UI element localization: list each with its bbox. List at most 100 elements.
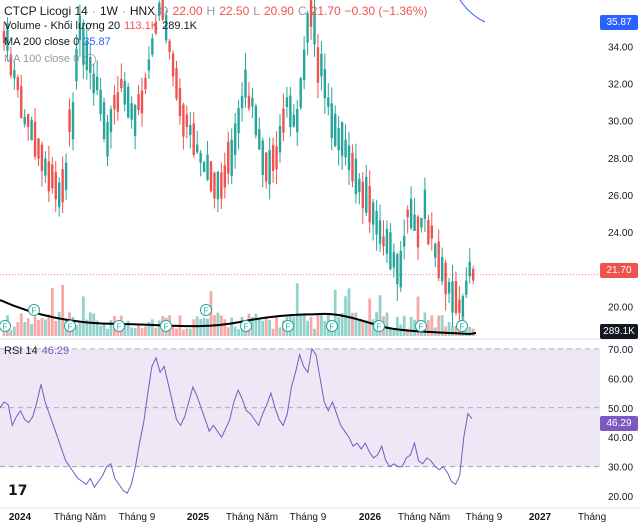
volume-ma-value: 113.1K [124, 20, 159, 32]
volume-pane: F F F F F F F F F F F F [0, 283, 477, 336]
candle-body [130, 103, 133, 120]
price-tick-label: 28.00 [608, 154, 633, 165]
volume-bar [223, 319, 227, 336]
price-tick-label: 20.00 [608, 302, 633, 313]
candle-body [371, 202, 375, 225]
dividend-marker-label: F [286, 323, 291, 332]
candle-body [189, 125, 192, 135]
dividend-marker-label: F [117, 323, 122, 332]
symbol-legend[interactable]: CTCP Licogi 14 · 1W · HNX O 22.00 H 22.50 … [4, 4, 427, 18]
candle-body [244, 69, 247, 98]
volume-bar [88, 312, 92, 336]
volume-value: 289.1K [162, 20, 198, 32]
time-axis-label: 2027 [529, 512, 552, 523]
ma200-price-badge: 35.87 [600, 15, 638, 30]
volume-bar [313, 328, 316, 336]
rsi-tick-label: 70.00 [608, 345, 633, 356]
volume-bar [409, 316, 413, 336]
candle-body [323, 68, 327, 99]
volume-bar [444, 326, 447, 336]
candle-body [175, 68, 178, 99]
candle-body [454, 281, 458, 313]
dividend-marker-label: F [377, 323, 382, 332]
volume-bar [392, 329, 396, 336]
ma200-label: MA 200 close 0 [4, 36, 80, 48]
ma200-legend[interactable]: MA 200 close 0 35.87 [4, 36, 111, 48]
candle-body [227, 141, 230, 174]
volume-bar [361, 320, 365, 336]
price-tick-label: 32.00 [608, 80, 633, 91]
candle-body [365, 177, 368, 213]
candle-body [13, 70, 16, 79]
price-tick-label: 26.00 [608, 191, 633, 202]
volume-bar [40, 318, 44, 336]
volume-bar [154, 327, 158, 336]
candle-body [192, 123, 195, 155]
ma100-legend[interactable]: MA 100 close 0 ◯ [4, 52, 97, 66]
price-pane [0, 0, 600, 331]
dividend-marker-label: F [32, 307, 37, 316]
candle-body [71, 102, 75, 140]
volume-bar [206, 318, 209, 336]
candle-body [209, 161, 213, 192]
time-axis-label: Tháng 9 [466, 512, 503, 523]
candle-body [20, 86, 23, 119]
volume-bar [278, 327, 282, 336]
candle-body [289, 95, 292, 128]
candle-body [113, 94, 116, 110]
volume-bar [44, 319, 47, 336]
volume-bar [185, 328, 189, 336]
candle-body [416, 216, 420, 248]
candle-body [451, 281, 454, 313]
candle-body [37, 138, 40, 159]
rsi-value: 46.29 [41, 345, 70, 357]
volume-bar [54, 320, 58, 336]
eye-icon[interactable]: ◯ [83, 52, 96, 66]
candle-body [185, 114, 189, 127]
volume-legend[interactable]: Volume - Khối lượng 20 113.1K 289.1K [4, 20, 197, 32]
rsi-tick-label: 40.00 [608, 433, 633, 444]
volume-bar [16, 322, 20, 336]
volume-bar [306, 320, 309, 336]
volume-bar [130, 327, 134, 336]
time-axis-label: Tháng 9 [290, 512, 327, 523]
candle-body [458, 299, 461, 313]
candle-body [199, 152, 202, 163]
candle-body [320, 53, 323, 77]
volume-bar [182, 329, 185, 336]
time-axis-label: 2026 [359, 512, 382, 523]
candle-body [68, 109, 71, 132]
ma200-value: 35.87 [83, 36, 111, 48]
candle-body [54, 172, 57, 200]
tradingview-logo[interactable]: 17 [8, 483, 27, 499]
candle-body [51, 164, 54, 189]
candle-body [472, 269, 475, 281]
time-axis-label: Tháng 9 [119, 512, 156, 523]
dividend-marker-label: F [164, 323, 169, 332]
rsi-tick-label: 20.00 [608, 492, 633, 503]
candle-body [147, 59, 151, 71]
stock-chart[interactable]: F F F F F F F F F F F F 20.00 22.00 24.00 26.00 28.00 30… [0, 0, 640, 523]
candle-body [399, 250, 402, 288]
dividend-marker-label: F [330, 323, 335, 332]
candle-body [385, 228, 389, 254]
dividend-marker-label: F [68, 323, 73, 332]
candle-body [420, 218, 423, 228]
volume-bar [268, 319, 272, 336]
candle-body [240, 96, 244, 109]
volume-bar [78, 322, 82, 336]
candle-body [168, 40, 171, 53]
candle-body [92, 73, 95, 94]
price-change: −0.30 (−1.36%) [344, 4, 428, 18]
rsi-legend[interactable]: RSI 14 46.29 [4, 345, 69, 357]
candle-body [347, 145, 351, 171]
candle-body [409, 198, 413, 229]
volume-bar [264, 318, 268, 336]
candle-body [461, 296, 465, 317]
volume-bar [57, 312, 61, 336]
price-tick-label: 30.00 [608, 117, 633, 128]
volume-bar [323, 321, 327, 336]
candle-body [182, 104, 185, 137]
candle-body [278, 125, 282, 153]
candle-body [378, 220, 382, 244]
